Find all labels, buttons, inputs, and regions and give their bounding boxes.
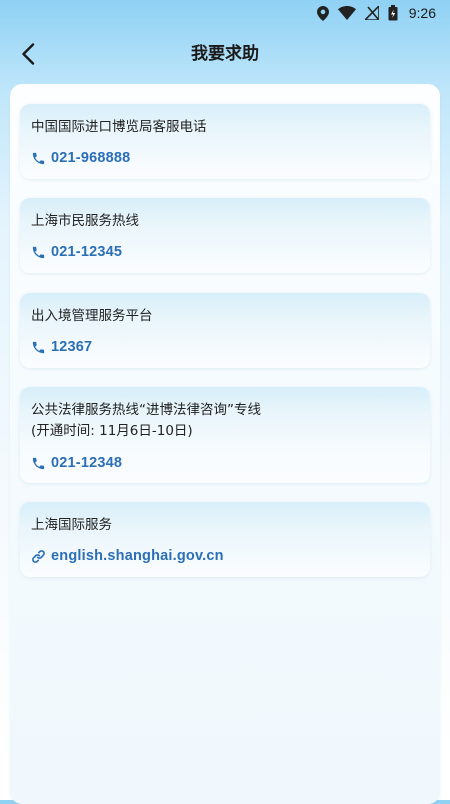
location-icon (316, 5, 329, 21)
battery-icon (388, 5, 398, 21)
phone-icon (32, 246, 45, 258)
contact-title: 中国国际进口博览局客服电话 (31, 119, 207, 135)
contact-card-immigration: 出入境管理服务平台 12367 (20, 293, 430, 368)
phone-link[interactable]: 021-12345 (31, 244, 419, 260)
phone-link[interactable]: 021-968888 (31, 150, 419, 166)
wifi-icon (337, 6, 356, 20)
website-link[interactable]: english.shanghai.gov.cn (31, 548, 419, 564)
contact-card-legal-hotline: 公共法律服务热线“进博法律咨询”专线 (开通时间: 11月6日-10日) 021… (20, 387, 430, 483)
no-sim-icon (364, 6, 379, 20)
link-icon (32, 549, 45, 563)
contact-subtitle: (开通时间: 11月6日-10日) (31, 423, 193, 439)
header: 我要求助 (0, 34, 450, 74)
status-time: 9:26 (408, 5, 436, 21)
status-bar: 9:26 (0, 0, 450, 26)
contact-card-international-services: 上海国际服务 english.shanghai.gov.cn (20, 502, 430, 577)
phone-icon (32, 457, 45, 469)
contacts-panel: 中国国际进口博览局客服电话 021-968888 上海市民服务热线 021-12… (10, 84, 440, 804)
phone-number: 021-12348 (51, 455, 123, 471)
page-title: 我要求助 (191, 44, 259, 64)
phone-icon (32, 152, 45, 164)
phone-number: 021-968888 (51, 150, 131, 166)
contact-title: 公共法律服务热线“进博法律咨询”专线 (31, 402, 261, 418)
phone-link[interactable]: 12367 (31, 339, 419, 355)
phone-link[interactable]: 021-12348 (31, 455, 419, 471)
website-url: english.shanghai.gov.cn (51, 548, 224, 564)
phone-number: 021-12345 (51, 244, 123, 260)
phone-icon (32, 341, 45, 353)
contact-title: 上海国际服务 (31, 517, 112, 533)
contact-title: 上海市民服务热线 (31, 213, 139, 229)
phone-number: 12367 (51, 339, 93, 355)
contact-card-expo-bureau: 中国国际进口博览局客服电话 021-968888 (20, 104, 430, 179)
contact-card-citizen-hotline: 上海市民服务热线 021-12345 (20, 198, 430, 273)
contact-title: 出入境管理服务平台 (31, 308, 153, 324)
